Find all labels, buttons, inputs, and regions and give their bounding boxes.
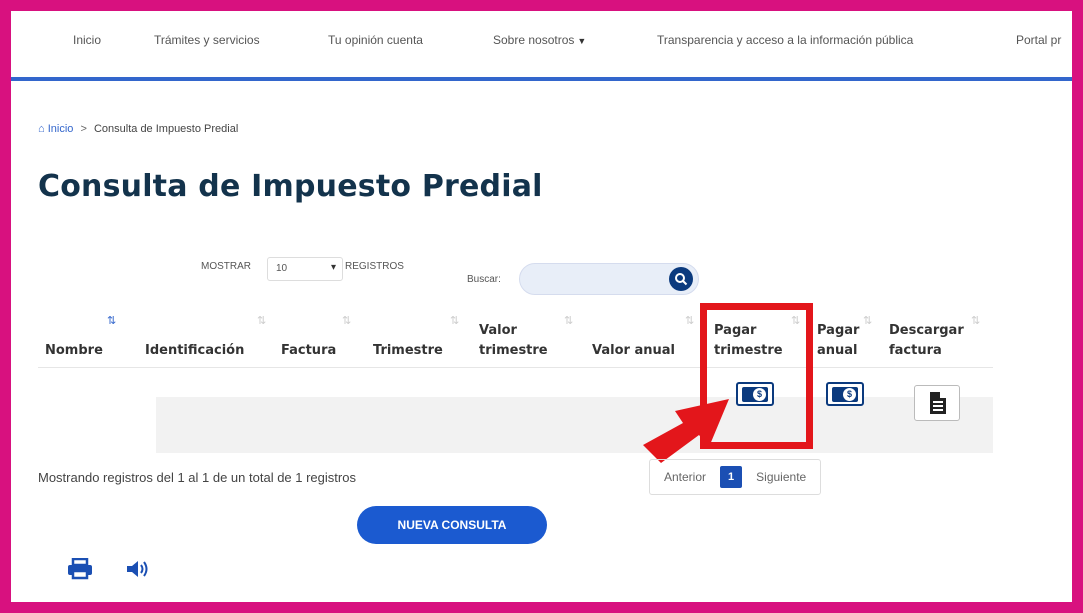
- table-row: [156, 397, 993, 453]
- col-header-nombre[interactable]: Nombre: [45, 341, 103, 361]
- col-header-label: Nombre: [45, 343, 103, 358]
- show-label: MOSTRAR: [201, 261, 251, 272]
- chevron-down-icon: ▾: [330, 262, 336, 273]
- col-header-identificacion[interactable]: Identificación: [145, 341, 244, 361]
- breadcrumb-home[interactable]: ⌂ Inicio: [38, 123, 73, 135]
- sort-icon[interactable]: ⇅: [450, 314, 459, 327]
- col-header-label: Valor anual: [592, 343, 675, 358]
- col-header-label: Identificación: [145, 343, 245, 358]
- breadcrumb-separator: >: [80, 123, 87, 135]
- nav-item-inicio[interactable]: Inicio: [73, 33, 101, 47]
- nav-underline: [11, 77, 1072, 81]
- search-icon[interactable]: [669, 267, 693, 291]
- previous-page-button[interactable]: Anterior: [650, 460, 720, 494]
- sort-icon[interactable]: ⇅: [342, 314, 351, 327]
- coin-shape: $: [843, 388, 856, 401]
- breadcrumb-current: Consulta de Impuesto Predial: [93, 123, 239, 135]
- document-line: [933, 401, 943, 403]
- breadcrumb-home-label: Inicio: [47, 123, 74, 135]
- col-header-valor-anual[interactable]: Valor anual: [592, 341, 675, 361]
- table-header-divider: [38, 367, 993, 368]
- nav-item-transparencia[interactable]: Transparencia y acceso a la información …: [657, 33, 913, 47]
- document-fold: [940, 392, 946, 398]
- speaker-icon[interactable]: [125, 558, 151, 580]
- document-line: [933, 409, 943, 411]
- chevron-down-icon: ▼: [577, 36, 587, 46]
- search-label: Buscar:: [467, 274, 501, 285]
- records-label: REGISTROS: [345, 261, 404, 272]
- records-info: Mostrando registros del 1 al 1 de un tot…: [38, 470, 356, 485]
- screenshot-frame: Inicio Trámites y servicios Tu opinión c…: [0, 0, 1083, 613]
- page-size-select[interactable]: 10 ▾: [267, 257, 343, 281]
- top-navigation: Inicio Trámites y servicios Tu opinión c…: [11, 11, 1072, 81]
- col-header-pagar-anual[interactable]: Pagar anual: [817, 321, 859, 361]
- col-header-trimestre[interactable]: Trimestre: [373, 341, 443, 361]
- pay-annual-icon[interactable]: $: [826, 382, 864, 406]
- sort-icon[interactable]: ⇅: [863, 314, 872, 327]
- col-header-label: Factura: [281, 343, 337, 358]
- page-title: Consulta de Impuesto Predial: [38, 169, 543, 204]
- col-header-label: Valor: [479, 323, 517, 338]
- col-header-factura[interactable]: Factura: [281, 341, 336, 361]
- nav-item-label: Sobre nosotros: [493, 33, 575, 47]
- nav-item-opinion[interactable]: Tu opinión cuenta: [328, 33, 423, 47]
- nav-item-tramites[interactable]: Trámites y servicios: [154, 33, 260, 47]
- bill-overlay: $: [832, 387, 858, 402]
- col-header-label: trimestre: [479, 343, 548, 358]
- col-header-label: Descargar: [889, 323, 964, 338]
- next-page-button[interactable]: Siguiente: [742, 460, 820, 494]
- col-header-valor-trimestre[interactable]: Valor trimestre: [479, 321, 548, 361]
- document-icon[interactable]: [914, 385, 960, 421]
- new-query-button[interactable]: NUEVA CONSULTA: [357, 506, 547, 544]
- document-line: [933, 405, 943, 407]
- nav-item-sobre-nosotros[interactable]: Sobre nosotros ▼: [493, 33, 586, 47]
- pagination: Anterior 1 Siguiente: [649, 459, 822, 495]
- col-header-label: anual: [817, 343, 858, 358]
- sort-icon[interactable]: ⇅: [971, 314, 980, 327]
- col-header-label: Pagar: [817, 323, 860, 338]
- breadcrumb: ⌂ Inicio > Consulta de Impuesto Predial: [38, 123, 238, 135]
- sort-ascending-icon[interactable]: ⇅: [107, 314, 116, 327]
- print-icon[interactable]: [67, 558, 93, 580]
- page-size-value: 10: [276, 263, 288, 274]
- sort-icon[interactable]: ⇅: [257, 314, 266, 327]
- page-1-button[interactable]: 1: [720, 466, 743, 488]
- home-icon: ⌂: [38, 123, 45, 135]
- sort-icon[interactable]: ⇅: [564, 314, 573, 327]
- col-header-label: Trimestre: [373, 343, 443, 358]
- sort-icon[interactable]: ⇅: [685, 314, 694, 327]
- nav-item-portal[interactable]: Portal pr: [1016, 33, 1061, 47]
- col-header-descargar-factura[interactable]: Descargar factura: [889, 321, 964, 361]
- col-header-label: factura: [889, 343, 942, 358]
- document-page: [930, 392, 946, 414]
